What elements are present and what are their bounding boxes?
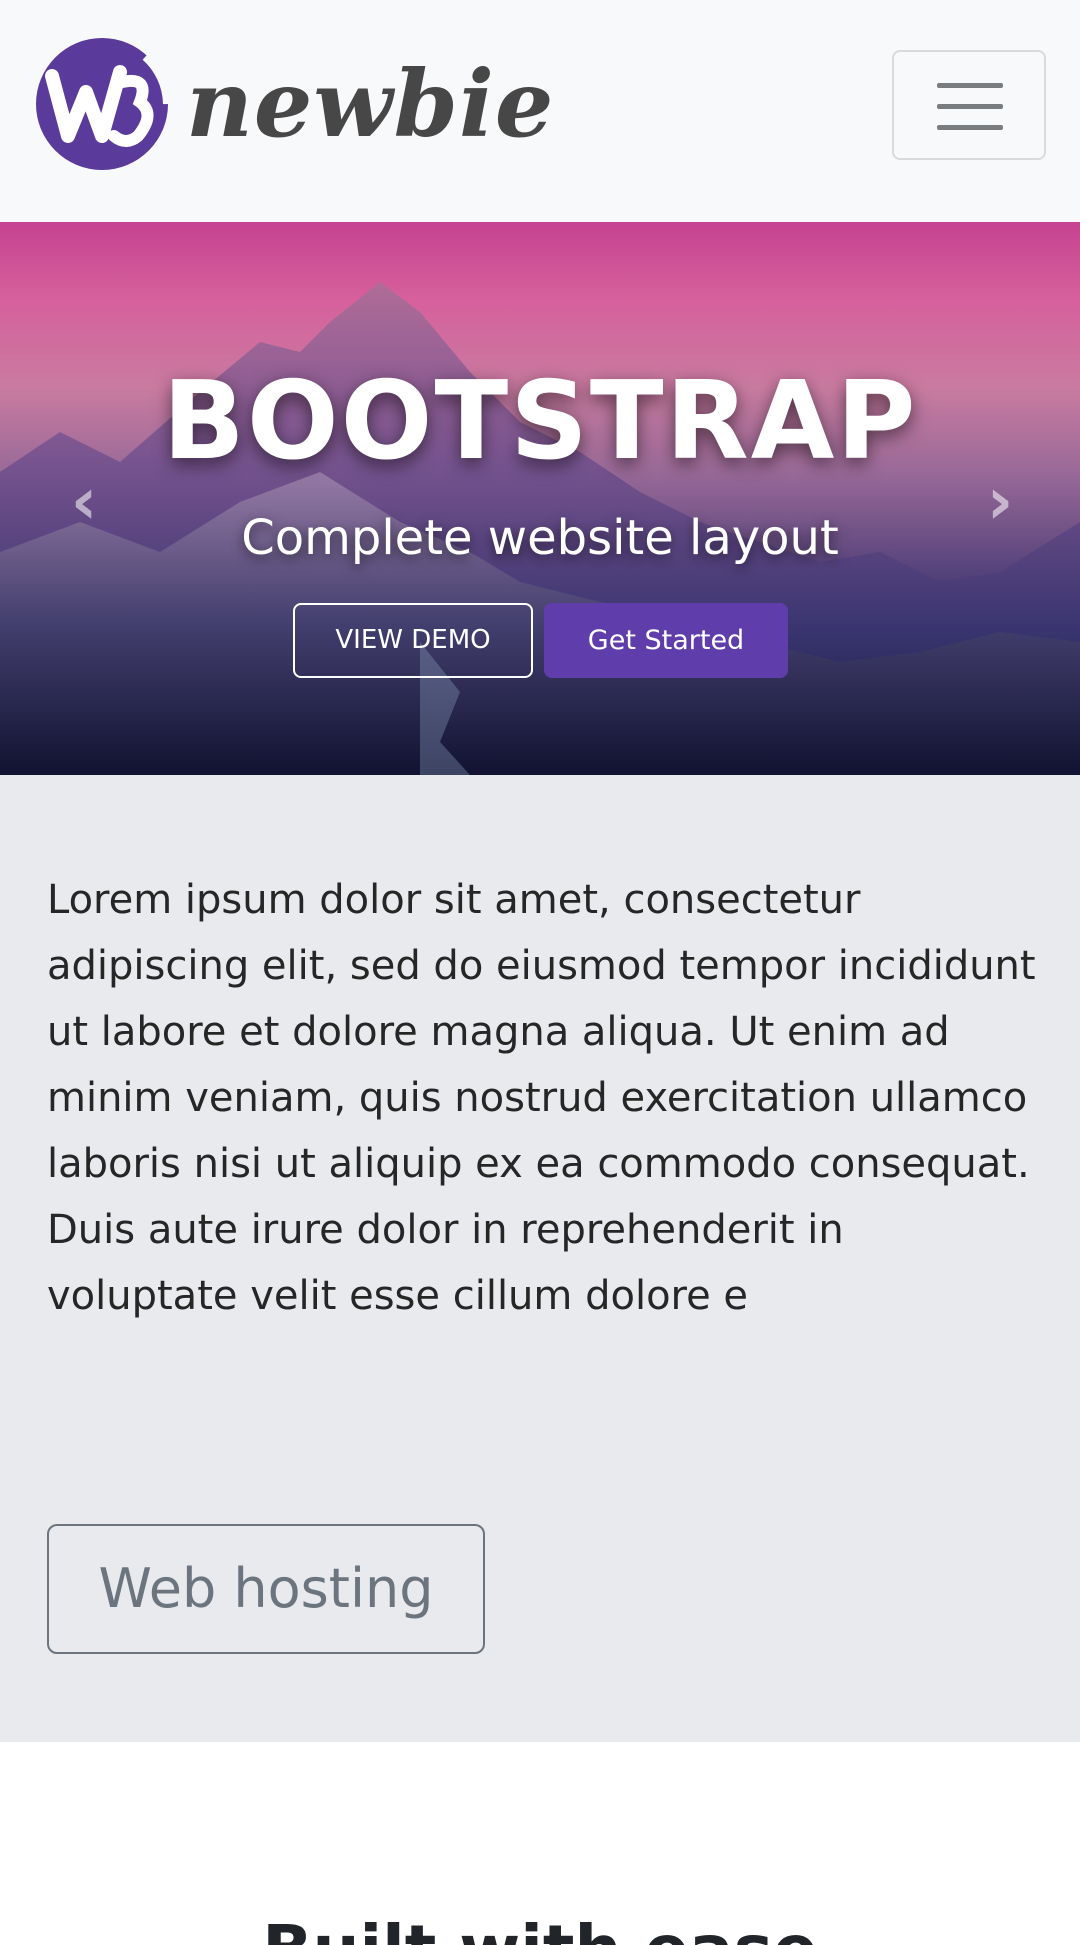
brand-logo-link[interactable]: newbie xyxy=(34,36,553,176)
intro-section: Lorem ipsum dolor sit amet, consectetur … xyxy=(0,775,1080,1742)
hero-title: BOOTSTRAP xyxy=(162,359,918,484)
hamburger-icon xyxy=(937,83,1003,88)
web-hosting-button[interactable]: Web hosting xyxy=(47,1524,485,1654)
get-started-button[interactable]: Get Started xyxy=(544,603,788,678)
features-section: Built with ease xyxy=(0,1742,1080,1945)
hamburger-icon-bar xyxy=(937,125,1003,130)
intro-paragraph: Lorem ipsum dolor sit amet, consectetur … xyxy=(47,877,1036,1319)
brand-name: newbie xyxy=(186,50,555,158)
chevron-left-icon[interactable]: ‹ xyxy=(64,470,104,534)
menu-toggle-button[interactable] xyxy=(892,50,1046,160)
view-demo-button[interactable]: VIEW DEMO xyxy=(293,603,533,678)
hamburger-icon-bar xyxy=(937,104,1003,109)
chevron-right-icon[interactable]: › xyxy=(980,470,1020,534)
mountain-background-image xyxy=(0,282,1080,775)
w3-logo-icon xyxy=(36,38,170,170)
section-heading: Built with ease xyxy=(0,1910,1080,1945)
navbar: newbie xyxy=(0,0,1080,222)
hero-subtitle: Complete website layout xyxy=(241,510,839,566)
hero-carousel: BOOTSTRAP Complete website layout VIEW D… xyxy=(0,222,1080,775)
